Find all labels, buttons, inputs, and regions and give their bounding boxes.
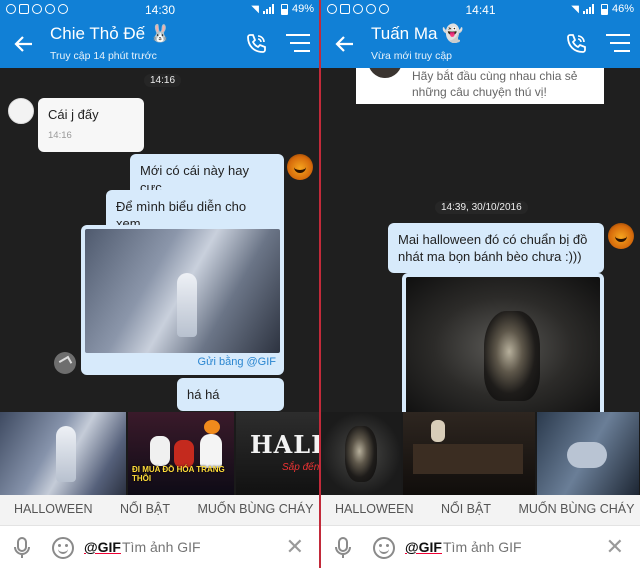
tab-muon-bung-chay[interactable]: MUỐN BÙNG CHÁY: [518, 495, 634, 516]
gif-thumbnail[interactable]: [403, 412, 535, 495]
gif-thumbnail[interactable]: [537, 412, 639, 495]
gif-message[interactable]: Gửi bằng @GIF: [81, 225, 284, 375]
thumb-subtitle: Sắp đến: [282, 462, 320, 473]
contact-name: Chie Thỏ Đế 🐰: [50, 24, 172, 43]
back-arrow-icon[interactable]: [333, 32, 357, 56]
screenshot-composite: 14:30 ◥ 49% Chie Thỏ Đế 🐰 Truy cập 14 ph…: [0, 0, 640, 568]
ghost-figure: [56, 426, 76, 482]
gif-search-input[interactable]: [122, 539, 272, 555]
gif-thumbnail[interactable]: HALLOW Sắp đến: [236, 412, 320, 495]
thumb-title: HALLOW: [250, 430, 320, 459]
tab-muon-bung-chay[interactable]: MUỐN BÙNG CHÁY: [197, 495, 313, 516]
gif-command: @GIF: [84, 539, 121, 555]
message-text: Cái j đấy: [48, 107, 99, 122]
timestamp: 14:39, 30/10/2016: [435, 201, 528, 214]
screen-divider: [319, 0, 321, 568]
ghost-figure: [177, 273, 197, 337]
close-icon[interactable]: ✕: [286, 536, 304, 558]
message-input-bar: @GIF ✕: [321, 525, 640, 568]
back-arrow-icon[interactable]: [12, 32, 36, 56]
duck-figure: [174, 440, 194, 468]
battery-icon: [600, 3, 608, 15]
gif-search-input[interactable]: [443, 539, 593, 555]
menu-icon[interactable]: [286, 34, 310, 54]
gif-category-tabs[interactable]: HALLOWEEN NỔI BẬT MUỐN BÙNG CHÁY AI: [321, 495, 640, 525]
monster-figure: [484, 311, 540, 401]
my-avatar[interactable]: [287, 154, 313, 180]
microphone-icon[interactable]: [333, 537, 353, 559]
gif-message[interactable]: [402, 273, 604, 412]
close-icon[interactable]: ✕: [606, 536, 624, 558]
contact-name: Tuấn Ma 👻: [371, 24, 464, 43]
my-avatar[interactable]: [608, 223, 634, 249]
message-list[interactable]: 14:16 Cái j đấy 14:16 Mới có cái này hay…: [0, 68, 320, 412]
gif-image[interactable]: [406, 277, 600, 412]
chat-header: Tuấn Ma 👻 Vừa mới truy cập: [321, 20, 640, 68]
battery-percent: 49%: [291, 3, 314, 15]
duck-figure: [150, 436, 170, 466]
gif-thumbnail[interactable]: [0, 412, 126, 495]
status-right: ◥ 46%: [571, 3, 634, 15]
gif-caption[interactable]: Gửi bằng @GIF: [85, 353, 280, 368]
status-right: ◥ 49%: [251, 3, 314, 15]
message-list[interactable]: Hãy bắt đầu cùng nhau chia sẻ những câu …: [321, 68, 640, 412]
gif-image[interactable]: [85, 229, 280, 353]
signal-icon: [582, 4, 597, 14]
contact-status: Vừa mới truy cập: [371, 50, 453, 62]
bunny-icon: 🐰: [149, 24, 172, 43]
outgoing-message[interactable]: Mai halloween đó có chuẩn bị đồ nhát ma …: [388, 223, 604, 273]
pumpkin-figure: [204, 420, 220, 434]
tab-halloween[interactable]: HALLOWEEN: [14, 495, 93, 516]
phone-call-icon[interactable]: [564, 32, 588, 56]
gif-thumbnail[interactable]: ĐI MUA ĐỒ HÓA TRANG THÔI: [128, 412, 234, 495]
emoji-icon[interactable]: [373, 537, 395, 559]
welcome-line: Hãy bắt đầu cùng nhau chia sẻ: [412, 69, 578, 83]
outgoing-message[interactable]: há há: [177, 378, 284, 411]
doll-figure: [431, 420, 445, 442]
status-bar: 14:41 ◥ 46%: [321, 0, 640, 20]
welcome-text: Hãy bắt đầu cùng nhau chia sẻ những câu …: [412, 68, 602, 100]
menu-icon[interactable]: [606, 34, 630, 54]
wifi-icon: ◥: [251, 3, 259, 15]
left-chat-screen: 14:30 ◥ 49% Chie Thỏ Đế 🐰 Truy cập 14 ph…: [0, 0, 320, 568]
gif-results-strip[interactable]: ĐI MUA ĐỒ HÓA TRANG THÔI HALLOW Sắp đến: [0, 412, 320, 495]
thumb-caption: ĐI MUA ĐỒ HÓA TRANG THÔI: [132, 465, 225, 483]
battery-percent: 46%: [611, 3, 634, 15]
tab-noi-bat[interactable]: NỔI BẬT: [120, 495, 170, 516]
gif-thumbnail[interactable]: [321, 412, 401, 495]
gif-command: @GIF: [405, 539, 442, 555]
microphone-icon[interactable]: [12, 537, 32, 559]
contact-avatar[interactable]: [8, 98, 34, 124]
chat-header: Chie Thỏ Đế 🐰 Truy cập 14 phút trước: [0, 20, 320, 68]
right-chat-screen: 14:41 ◥ 46% Tuấn Ma 👻 Vừa mới truy cập H…: [321, 0, 640, 568]
monster-figure: [345, 426, 377, 482]
message-input-bar: @GIF ✕: [0, 525, 320, 568]
tab-halloween[interactable]: HALLOWEEN: [335, 495, 414, 516]
gif-category-tabs[interactable]: HALLOWEEN NỔI BẬT MUỐN BÙNG CHÁY AI: [0, 495, 320, 525]
battery-icon: [280, 3, 288, 15]
ghost-icon: 👻: [442, 24, 464, 43]
contact-status: Truy cập 14 phút trước: [50, 50, 157, 62]
ghost-figure: [200, 434, 222, 468]
emoji-icon[interactable]: [52, 537, 74, 559]
contact-photo: [368, 68, 402, 78]
status-bar: 14:30 ◥ 49%: [0, 0, 320, 20]
welcome-line: những câu chuyện thú vị!: [412, 85, 547, 99]
wifi-icon: ◥: [571, 3, 579, 15]
phone-call-icon[interactable]: [244, 32, 268, 56]
face-figure: [567, 442, 607, 468]
timestamp: 14:16: [144, 74, 182, 87]
welcome-card: Hãy bắt đầu cùng nhau chia sẻ những câu …: [356, 68, 604, 104]
share-icon[interactable]: [54, 352, 76, 374]
gif-results-strip[interactable]: [321, 412, 640, 495]
incoming-message[interactable]: Cái j đấy 14:16: [38, 98, 144, 152]
table-shape: [413, 444, 523, 474]
tab-noi-bat[interactable]: NỔI BẬT: [441, 495, 491, 516]
message-time: 14:16: [48, 130, 72, 141]
signal-icon: [262, 4, 277, 14]
